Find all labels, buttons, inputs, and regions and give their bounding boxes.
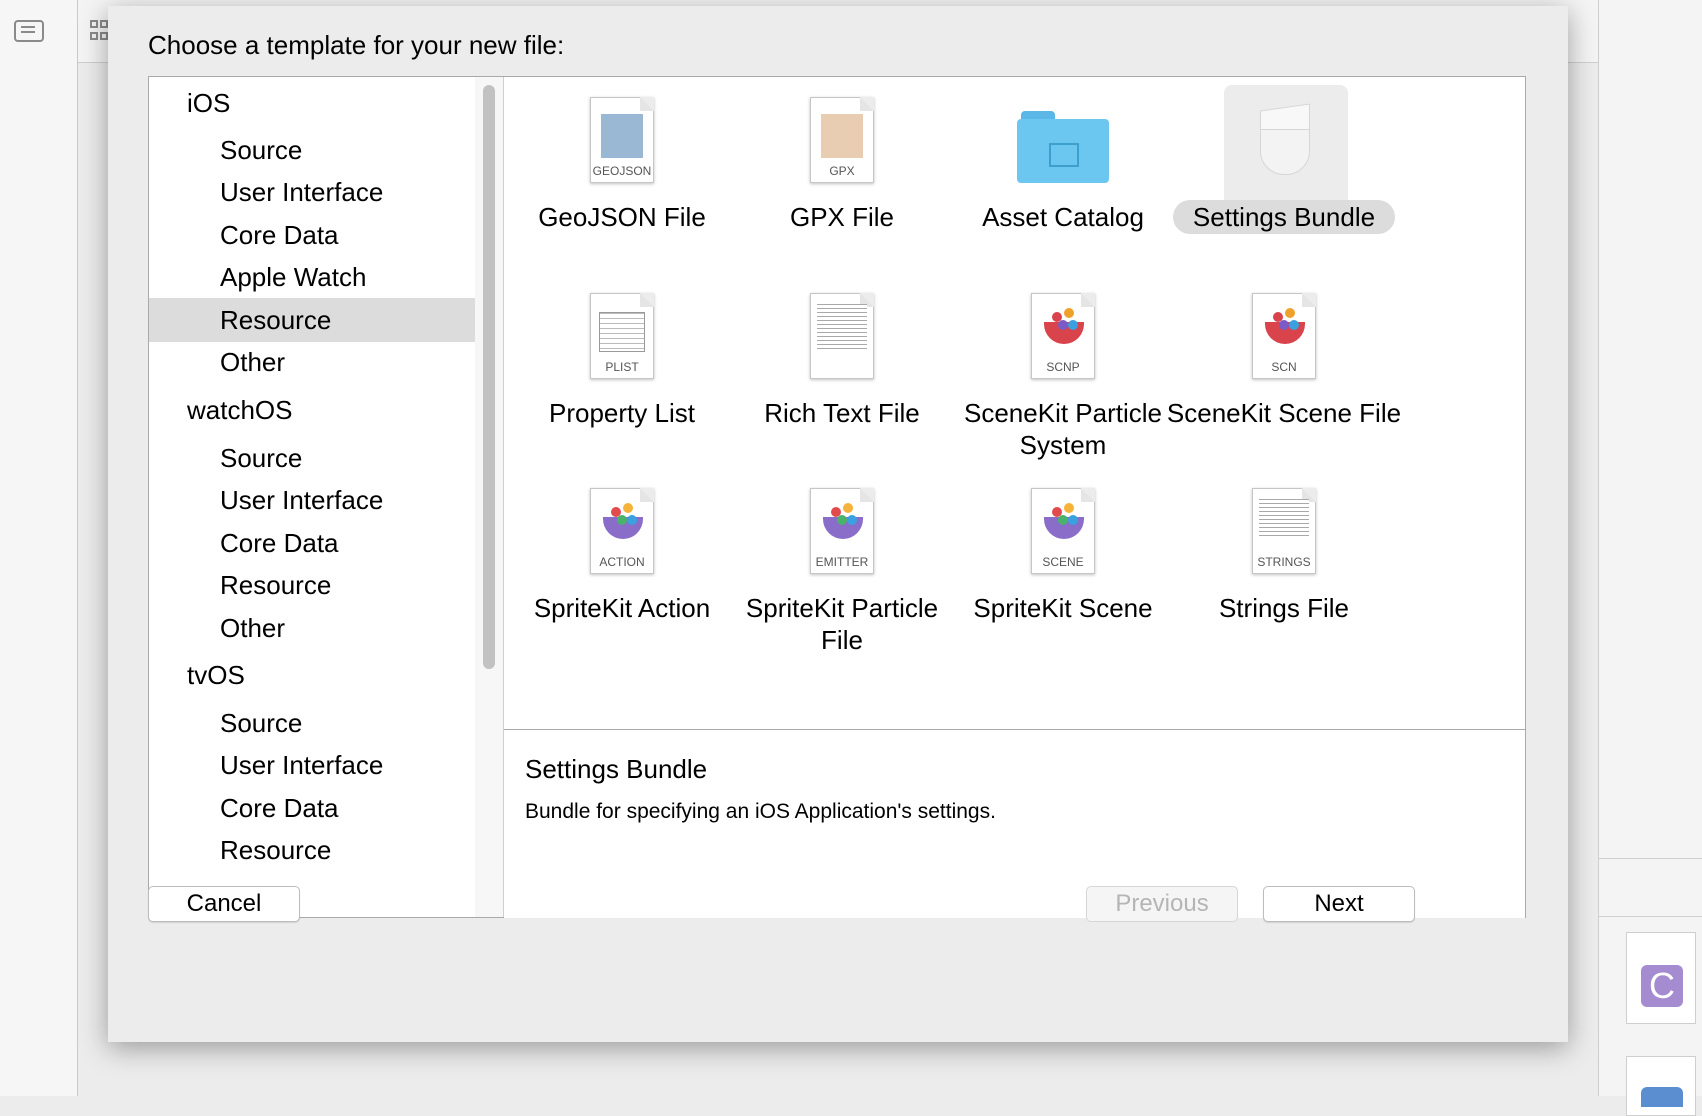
template-label: SpriteKit Action — [533, 593, 711, 623]
template-label: SpriteKit Particle File — [745, 593, 939, 655]
spritekit-emitter-icon: EMITTER — [804, 488, 880, 578]
sidebar-item[interactable]: Core Data — [149, 521, 475, 565]
template-tile[interactable]: PLIST Property List — [502, 273, 742, 473]
sidebar-group-header[interactable]: iOS — [149, 81, 475, 125]
template-tile[interactable]: EMITTER SpriteKit Particle File — [722, 468, 962, 668]
sidebar-group-header[interactable]: tvOS — [149, 653, 475, 697]
sidebar-item[interactable]: User Interface — [149, 478, 475, 522]
file-template-icon[interactable] — [1626, 1056, 1696, 1116]
template-label: Property List — [549, 398, 695, 428]
file-type-tag: SCNP — [1046, 360, 1080, 374]
platform-category-list: iOS Source User Interface Core Data Apple Wa… — [149, 77, 476, 917]
spritekit-action-icon: ACTION — [584, 488, 660, 578]
template-label: SpriteKit Scene — [973, 593, 1153, 623]
folder-icon — [1017, 97, 1109, 187]
divider — [1598, 858, 1702, 859]
sidebar-item[interactable]: Source — [149, 436, 475, 480]
template-tile[interactable]: Asset Catalog — [943, 77, 1183, 277]
file-type-tag: STRINGS — [1257, 555, 1311, 569]
c-file-template-icon[interactable]: C — [1626, 932, 1696, 1024]
sidebar-item[interactable]: Source — [149, 701, 475, 745]
template-label: SceneKit Particle System — [964, 398, 1162, 460]
template-tile[interactable]: GEOJSON GeoJSON File — [502, 77, 742, 277]
c-file-letter: C — [1641, 965, 1683, 1007]
template-label: Rich Text File — [764, 398, 920, 428]
template-tile[interactable]: SCNP SceneKit Particle System — [943, 273, 1183, 473]
description-title: Settings Bundle — [525, 754, 708, 784]
template-tile[interactable]: Rich Text File — [722, 273, 962, 473]
description-text: Bundle for specifying an iOS Application… — [525, 800, 996, 823]
file-type-tag: EMITTER — [815, 555, 869, 569]
sidebar-scrollbar[interactable] — [475, 77, 504, 917]
plist-file-icon: PLIST — [584, 293, 660, 383]
divider — [1598, 916, 1702, 917]
template-label: Settings Bundle — [1172, 200, 1396, 234]
template-chooser: iOS Source User Interface Core Data Apple Wa… — [148, 76, 1526, 918]
template-tile[interactable]: Settings Bundle — [1164, 77, 1404, 277]
file-type-tag: GEOJSON — [592, 164, 652, 178]
previous-button[interactable]: Previous — [1086, 886, 1238, 922]
template-label: Strings File — [1218, 593, 1350, 623]
sidebar-item[interactable]: Apple Watch — [149, 255, 475, 299]
template-label: GeoJSON File — [538, 202, 706, 232]
template-label: SceneKit Scene File — [1166, 398, 1402, 428]
comment-icon[interactable] — [14, 20, 44, 42]
sidebar-item[interactable]: Other — [149, 340, 475, 384]
sidebar-item[interactable]: Resource — [149, 563, 475, 607]
sheet-title: Choose a template for your new file: — [148, 30, 565, 60]
rich-text-file-icon — [804, 293, 880, 383]
template-tile[interactable]: GPX GPX File — [722, 77, 962, 277]
sidebar-scrollbar-thumb[interactable] — [483, 85, 495, 669]
sidebar-item[interactable]: User Interface — [149, 170, 475, 214]
sidebar-item[interactable]: User Interface — [149, 743, 475, 787]
strings-file-icon: STRINGS — [1246, 488, 1322, 578]
cancel-button[interactable]: Cancel — [148, 886, 300, 922]
sidebar-group-header[interactable]: watchOS — [149, 388, 475, 432]
file-type-tag: PLIST — [605, 360, 639, 374]
sidebar-item[interactable]: Core Data — [149, 786, 475, 830]
file-type-tag: SCENE — [1042, 555, 1084, 569]
sidebar-item[interactable]: Core Data — [149, 213, 475, 257]
sidebar-item[interactable]: Resource — [149, 828, 475, 872]
file-type-tag: SCN — [1271, 360, 1297, 374]
scenekit-particle-icon: SCNP — [1025, 293, 1101, 383]
spritekit-scene-icon: SCENE — [1025, 488, 1101, 578]
gpx-file-icon: GPX — [804, 97, 880, 187]
file-type-tag: ACTION — [599, 555, 645, 569]
sidebar-item[interactable]: Source — [149, 128, 475, 172]
template-tile[interactable]: SCN SceneKit Scene File — [1164, 273, 1404, 473]
lego-brick-icon — [1246, 97, 1322, 187]
template-label: Asset Catalog — [982, 202, 1144, 232]
next-button[interactable]: Next — [1263, 886, 1415, 922]
grid-icon[interactable] — [90, 20, 110, 46]
geojson-file-icon: GEOJSON — [584, 97, 660, 187]
sidebar-item[interactable]: Resource — [149, 298, 475, 342]
editor-left-gutter — [0, 0, 78, 1096]
sidebar-item[interactable]: Other — [149, 606, 475, 650]
template-label: GPX File — [789, 202, 895, 232]
scenekit-scene-icon: SCN — [1246, 293, 1322, 383]
template-tile[interactable]: ACTION SpriteKit Action — [502, 468, 742, 668]
template-tile[interactable]: STRINGS Strings File — [1164, 468, 1404, 668]
template-grid: GEOJSON GeoJSON File GPX GPX File Asset Cata… — [504, 77, 1525, 729]
new-file-sheet: Choose a template for your new file: iOS… — [108, 6, 1568, 1042]
file-type-tag: GPX — [829, 164, 855, 178]
template-tile[interactable]: SCENE SpriteKit Scene — [943, 468, 1183, 668]
